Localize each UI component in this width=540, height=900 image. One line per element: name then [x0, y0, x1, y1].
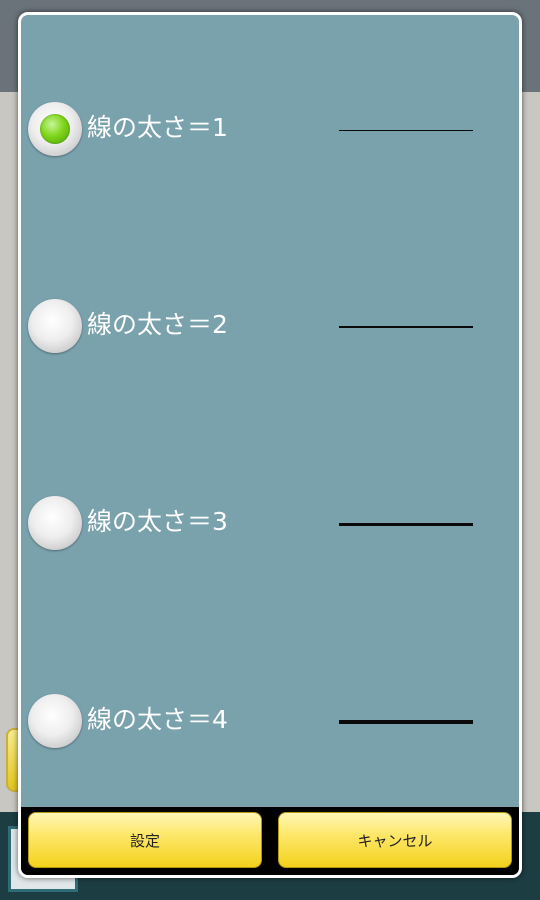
- radio-selected-indicator: [40, 114, 70, 144]
- line-width-option-1[interactable]: 線の太さ＝1: [21, 90, 519, 170]
- line-width-dialog: 線の太さ＝1 線の太さ＝2 線の太さ＝3 線の太さ＝4 設定 キャンセル: [18, 12, 522, 878]
- line-width-option-3[interactable]: 線の太さ＝3: [21, 484, 519, 564]
- line-width-option-label: 線の太さ＝3: [87, 507, 228, 536]
- line-width-preview-3: [339, 523, 473, 526]
- line-width-preview-2: [339, 326, 473, 328]
- line-width-option-label: 線の太さ＝2: [87, 310, 228, 339]
- line-width-option-label: 線の太さ＝4: [87, 705, 228, 734]
- radio-button[interactable]: [28, 694, 82, 748]
- dialog-button-bar: 設定 キャンセル: [21, 807, 519, 875]
- radio-button[interactable]: [28, 496, 82, 550]
- line-width-option-label: 線の太さ＝1: [87, 113, 228, 142]
- line-width-preview-4: [339, 720, 473, 724]
- radio-button-selected[interactable]: [28, 102, 82, 156]
- line-width-preview-1: [339, 130, 473, 131]
- line-width-option-4[interactable]: 線の太さ＝4: [21, 682, 519, 762]
- radio-button[interactable]: [28, 299, 82, 353]
- line-width-option-2[interactable]: 線の太さ＝2: [21, 287, 519, 367]
- set-button[interactable]: 設定: [28, 812, 262, 868]
- cancel-button[interactable]: キャンセル: [278, 812, 512, 868]
